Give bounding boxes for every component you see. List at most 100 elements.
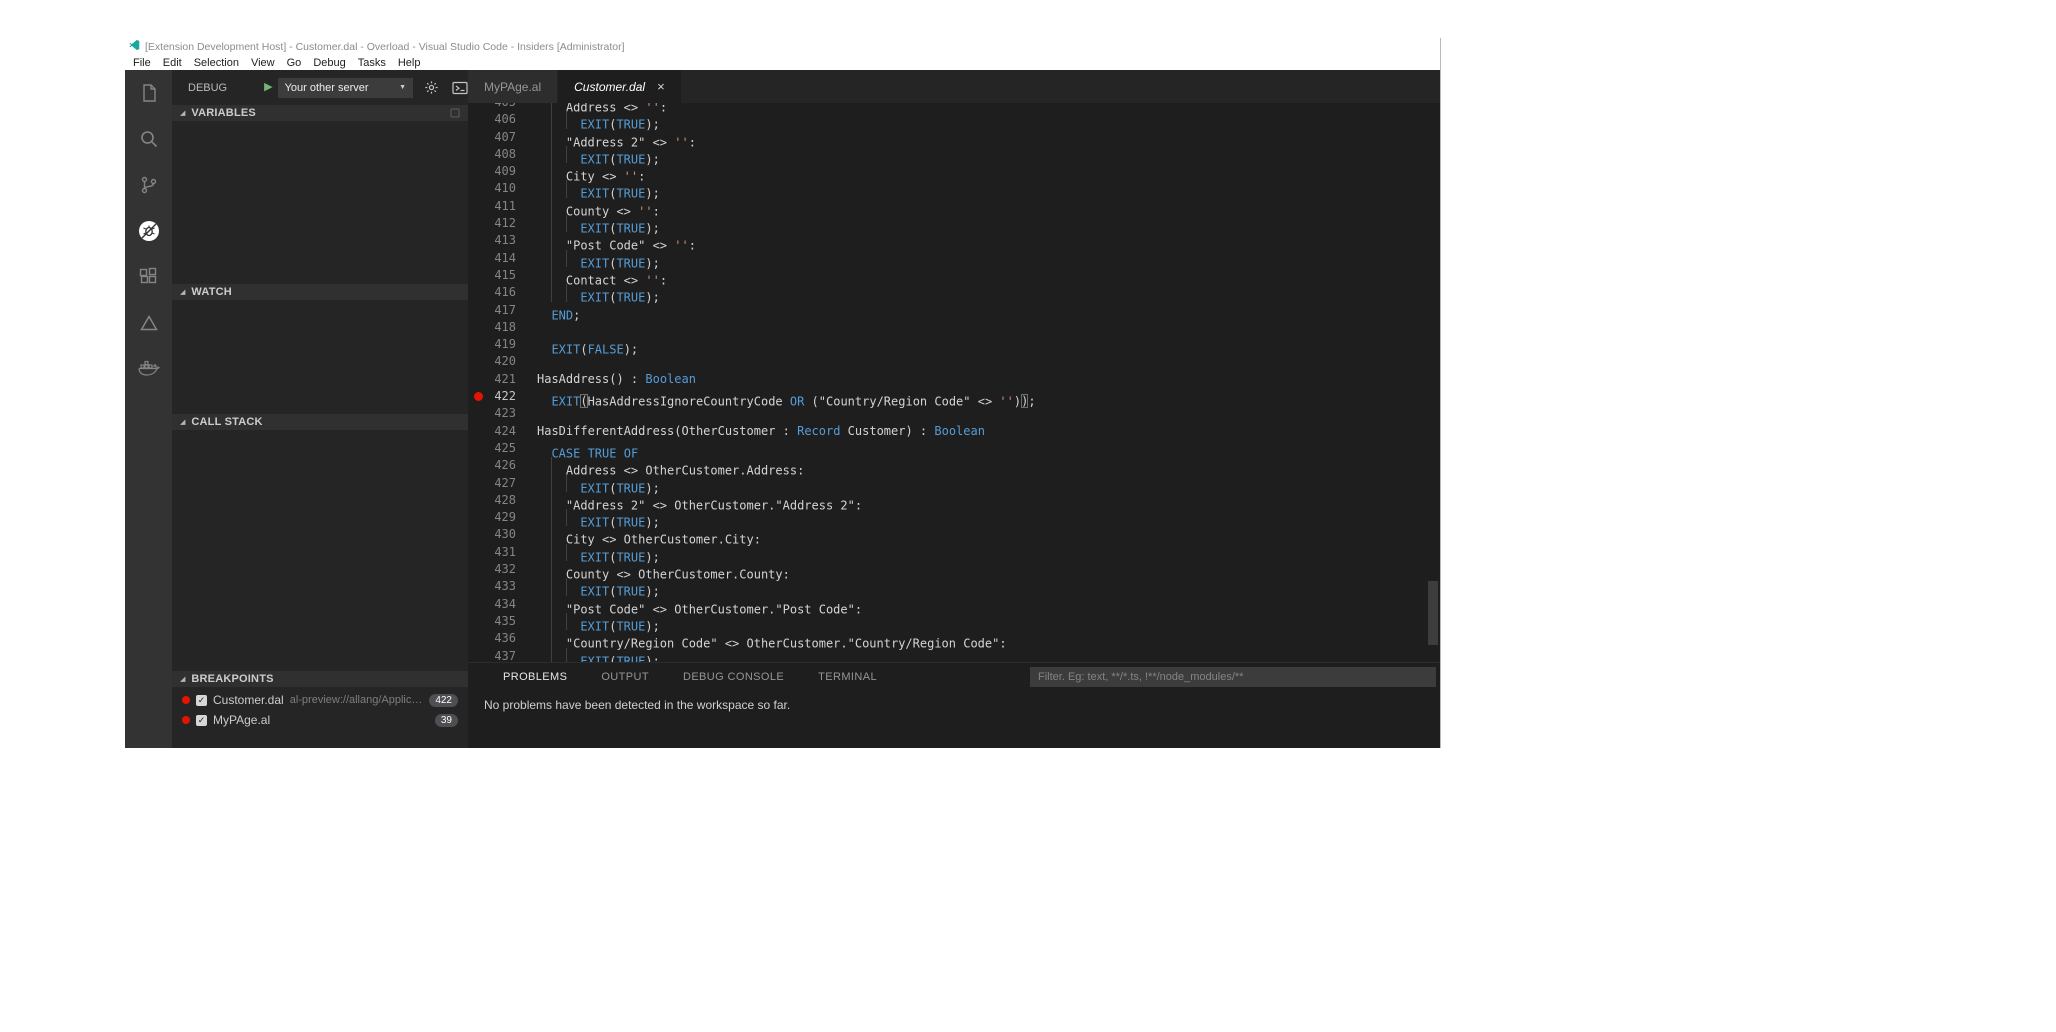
menu-file[interactable]: File <box>127 57 157 69</box>
breakpoint-gutter[interactable] <box>468 284 488 301</box>
breakpoint-gutter[interactable] <box>468 405 488 422</box>
breakpoint-gutter[interactable] <box>468 613 488 630</box>
close-icon[interactable]: × <box>657 79 665 94</box>
section-header-breakpoints[interactable]: ◢BREAKPOINTS <box>172 671 468 687</box>
breakpoint-gutter[interactable] <box>468 630 488 647</box>
breakpoint-gutter[interactable] <box>468 423 488 440</box>
breakpoint-gutter[interactable] <box>468 578 488 595</box>
code-line[interactable]: 433EXIT(TRUE); <box>468 578 1440 595</box>
panel-tab-problems[interactable]: PROBLEMS <box>503 671 567 683</box>
code-line[interactable]: 424HasDifferentAddress(OtherCustomer : R… <box>468 423 1440 440</box>
breakpoint-gutter[interactable] <box>468 457 488 474</box>
breakpoint-gutter[interactable] <box>468 336 488 353</box>
code-line[interactable]: 436"Country/Region Code" <> OtherCustome… <box>468 630 1440 647</box>
code-line[interactable]: 427EXIT(TRUE); <box>468 475 1440 492</box>
activity-explorer[interactable] <box>125 70 172 116</box>
start-debug-button[interactable]: ▶ <box>264 82 272 93</box>
breakpoint-gutter[interactable] <box>468 353 488 370</box>
code-line[interactable]: 411County <> '': <box>468 198 1440 215</box>
breakpoint-gutter[interactable] <box>468 526 488 543</box>
menu-tasks[interactable]: Tasks <box>352 57 392 69</box>
menu-selection[interactable]: Selection <box>188 57 245 69</box>
menu-debug[interactable]: Debug <box>307 57 351 69</box>
code-line[interactable]: 406EXIT(TRUE); <box>468 111 1440 128</box>
code-line[interactable]: 431EXIT(TRUE); <box>468 544 1440 561</box>
code-line[interactable]: 415Contact <> '': <box>468 267 1440 284</box>
activity-extensions[interactable] <box>125 254 172 300</box>
breakpoint-gutter[interactable] <box>468 388 488 405</box>
breakpoint-gutter[interactable] <box>468 302 488 319</box>
tab-mypage-al[interactable]: MyPAge.al <box>468 70 558 103</box>
activity-search[interactable] <box>125 116 172 162</box>
configure-gear-button[interactable] <box>424 80 439 95</box>
breakpoint-gutter[interactable] <box>468 509 488 526</box>
menu-view[interactable]: View <box>245 57 281 69</box>
code-line[interactable]: 425CASE TRUE OF <box>468 440 1440 457</box>
breakpoint-gutter[interactable] <box>468 648 488 663</box>
breakpoint-checkbox[interactable]: ✓ <box>196 715 207 726</box>
code-line[interactable]: 432County <> OtherCustomer.County: <box>468 561 1440 578</box>
activity-source-control[interactable] <box>125 162 172 208</box>
activity-docker[interactable] <box>125 346 172 392</box>
code-line[interactable]: 413"Post Code" <> '': <box>468 232 1440 249</box>
debug-config-dropdown[interactable]: Your other server ▼ <box>278 78 413 98</box>
breakpoint-gutter[interactable] <box>468 440 488 457</box>
code-line[interactable]: 419EXIT(FALSE); <box>468 336 1440 353</box>
breakpoint-gutter[interactable] <box>468 129 488 146</box>
breakpoint-gutter[interactable] <box>468 475 488 492</box>
breakpoint-checkbox[interactable]: ✓ <box>196 695 207 706</box>
breakpoint-gutter[interactable] <box>468 198 488 215</box>
breakpoint-gutter[interactable] <box>468 250 488 267</box>
code-line[interactable]: 407"Address 2" <> '': <box>468 129 1440 146</box>
code-line[interactable]: 410EXIT(TRUE); <box>468 180 1440 197</box>
code-line[interactable]: 435EXIT(TRUE); <box>468 613 1440 630</box>
code-line[interactable]: 421HasAddress() : Boolean <box>468 371 1440 388</box>
breakpoint-gutter[interactable] <box>468 232 488 249</box>
editor-column: MyPAge.alCustomer.dal× 405Address <> '':… <box>468 70 1440 748</box>
tab-customer-dal[interactable]: Customer.dal× <box>558 70 682 103</box>
breakpoint-gutter[interactable] <box>468 267 488 284</box>
breakpoint-gutter[interactable] <box>468 492 488 509</box>
variables-action-icon[interactable] <box>450 108 460 118</box>
breakpoint-gutter[interactable] <box>468 163 488 180</box>
code-line[interactable]: 414EXIT(TRUE); <box>468 250 1440 267</box>
breakpoint-row[interactable]: ✓MyPAge.al39 <box>172 710 468 730</box>
activity-debug[interactable] <box>125 208 172 254</box>
breakpoint-gutter[interactable] <box>468 103 488 111</box>
breakpoint-gutter[interactable] <box>468 319 488 336</box>
code-line[interactable]: 428"Address 2" <> OtherCustomer."Address… <box>468 492 1440 509</box>
breakpoint-gutter[interactable] <box>468 561 488 578</box>
code-line[interactable]: 405Address <> '': <box>468 103 1440 111</box>
breakpoint-gutter[interactable] <box>468 180 488 197</box>
breakpoint-gutter[interactable] <box>468 146 488 163</box>
activity-triangle-tool[interactable] <box>125 300 172 346</box>
code-line[interactable]: 418 <box>468 319 1440 336</box>
code-line[interactable]: 434"Post Code" <> OtherCustomer."Post Co… <box>468 596 1440 613</box>
section-header-call-stack[interactable]: ◢CALL STACK <box>172 414 468 430</box>
breakpoint-gutter[interactable] <box>468 215 488 232</box>
code-line[interactable]: 412EXIT(TRUE); <box>468 215 1440 232</box>
menu-edit[interactable]: Edit <box>157 57 188 69</box>
breakpoint-gutter[interactable] <box>468 111 488 128</box>
panel-tab-output[interactable]: OUTPUT <box>601 671 649 683</box>
code-line[interactable]: 429EXIT(TRUE); <box>468 509 1440 526</box>
code-line[interactable]: 408EXIT(TRUE); <box>468 146 1440 163</box>
code-line[interactable]: 409City <> '': <box>468 163 1440 180</box>
section-header-variables[interactable]: ◢VARIABLES <box>172 105 468 121</box>
breakpoint-gutter[interactable] <box>468 371 488 388</box>
code-line[interactable]: 426Address <> OtherCustomer.Address: <box>468 457 1440 474</box>
breakpoint-gutter[interactable] <box>468 596 488 613</box>
open-debug-console-button[interactable] <box>452 81 468 95</box>
section-header-watch[interactable]: ◢WATCH <box>172 284 468 300</box>
code-line[interactable]: 430City <> OtherCustomer.City: <box>468 526 1440 543</box>
code-line[interactable]: 422EXIT(HasAddressIgnoreCountryCode OR (… <box>468 388 1440 405</box>
panel-tab-terminal[interactable]: TERMINAL <box>818 671 877 683</box>
panel-tab-debug-console[interactable]: DEBUG CONSOLE <box>683 671 784 683</box>
breakpoint-gutter[interactable] <box>468 544 488 561</box>
problems-filter-input[interactable] <box>1030 667 1436 687</box>
editor-scrollbar[interactable] <box>1428 581 1438 645</box>
breakpoint-row[interactable]: ✓Customer.dalal-preview://allang/Applica… <box>172 690 468 710</box>
menu-help[interactable]: Help <box>392 57 427 69</box>
code-line[interactable]: 416EXIT(TRUE); <box>468 284 1440 301</box>
menu-go[interactable]: Go <box>281 57 308 69</box>
